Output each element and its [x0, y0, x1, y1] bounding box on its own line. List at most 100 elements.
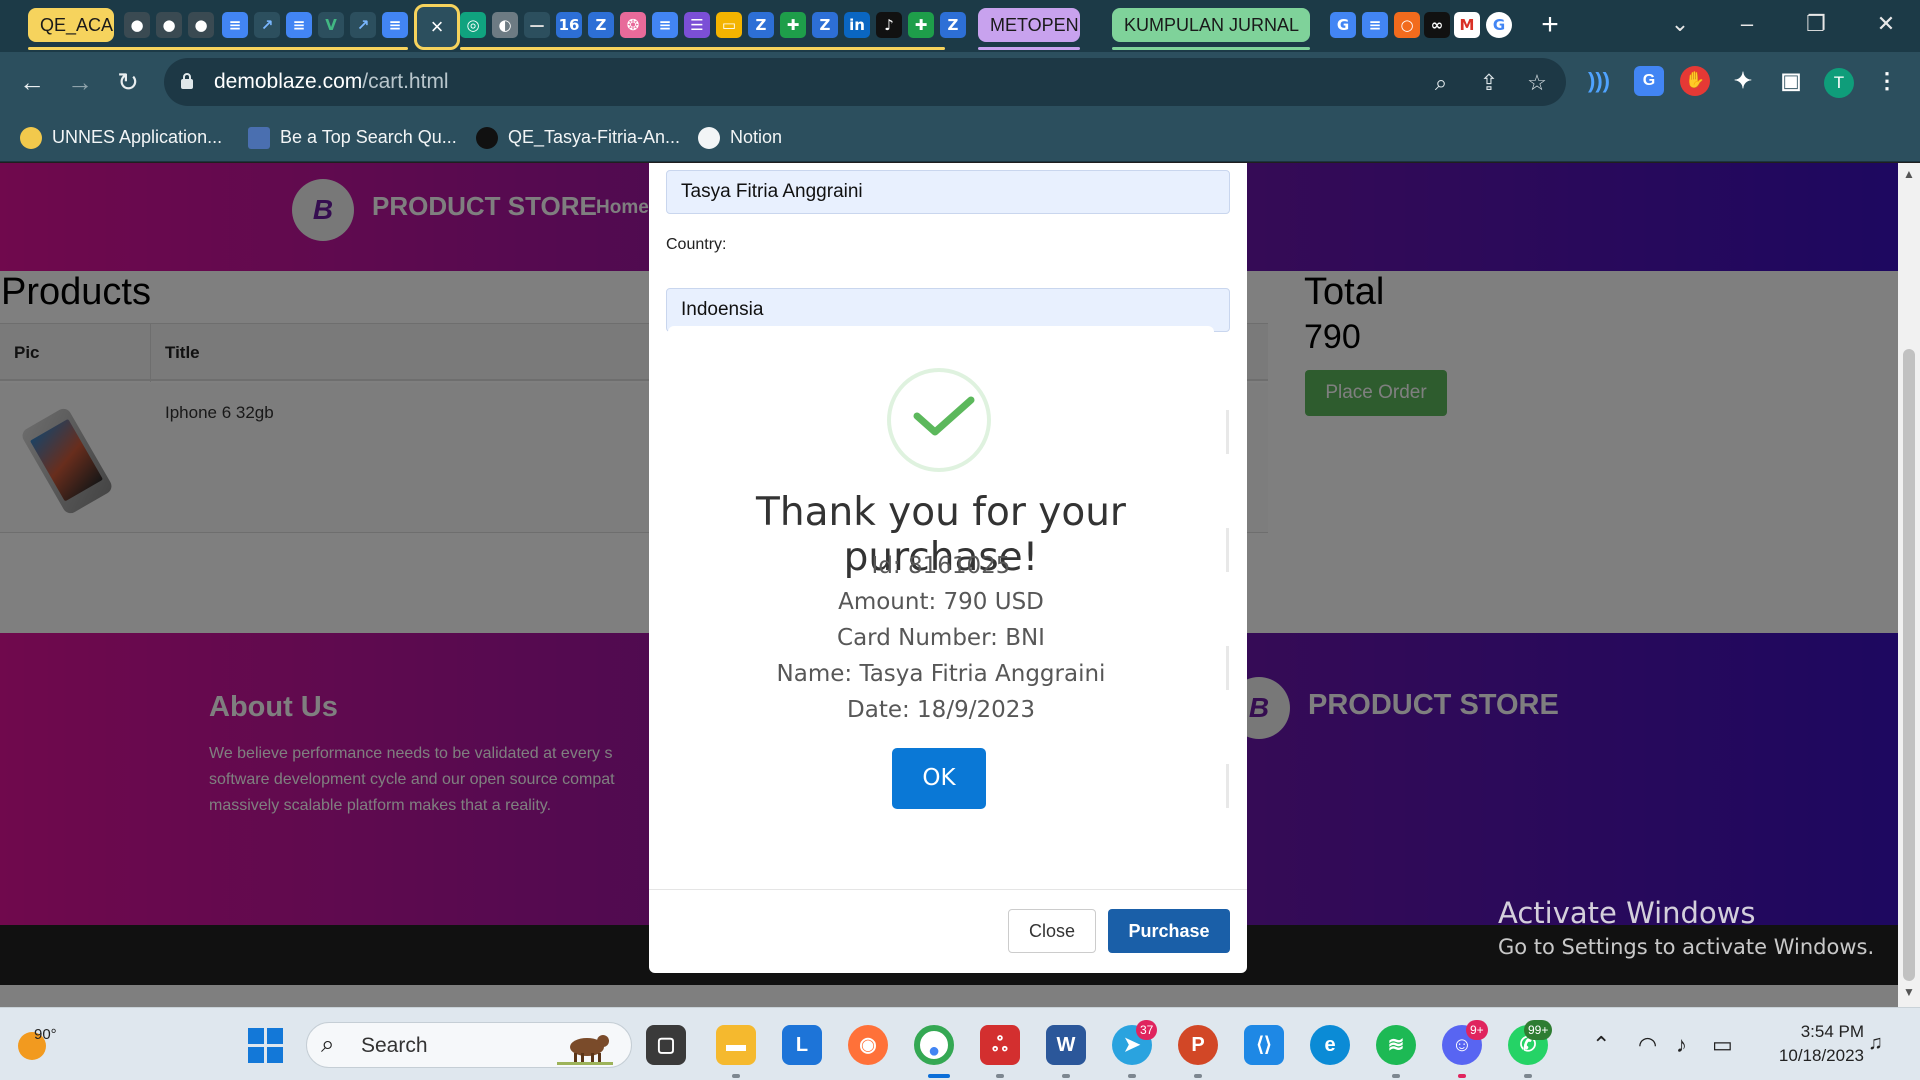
scroll-up-icon[interactable]: ▲: [1898, 167, 1920, 185]
list-tab-icon[interactable]: ☰: [684, 12, 710, 38]
taskbar-clock[interactable]: 3:54 PM 10/18/2023: [1752, 1020, 1864, 1068]
google-translate-icon[interactable]: G: [1634, 66, 1664, 96]
github-tab-icon[interactable]: ●: [188, 12, 214, 38]
linkedin-tab-icon[interactable]: in: [844, 12, 870, 38]
purchase-success-alert: Thank you for your purchase! Id: 8161025…: [668, 326, 1214, 876]
start-button[interactable]: [248, 1028, 284, 1064]
adblock-icon[interactable]: ✋: [1680, 66, 1710, 96]
page-scrollbar[interactable]: ▲ ▼: [1898, 163, 1920, 1007]
checkmark-icon: [913, 396, 975, 436]
address-bar[interactable]: demoblaze.com/cart.html ⌕ ⇪ ☆: [164, 58, 1566, 106]
site-tab-icon[interactable]: ↗: [350, 12, 376, 38]
share-icon[interactable]: ⇪: [1474, 68, 1504, 98]
docs-tab-icon[interactable]: ≡: [382, 12, 408, 38]
city-field-edge: [1226, 410, 1229, 454]
new-tab-button[interactable]: +: [1535, 8, 1565, 42]
running-indicator: [732, 1074, 740, 1078]
plus-tab-icon[interactable]: ✚: [908, 12, 934, 38]
wifi-icon[interactable]: ◠: [1638, 1032, 1657, 1058]
bookmark-unnes[interactable]: UNNES Application...: [20, 112, 222, 162]
ok-button[interactable]: OK: [892, 748, 986, 809]
tray-overflow-icon[interactable]: ⌃: [1592, 1032, 1610, 1058]
mendeley-icon[interactable]: ஃ: [980, 1025, 1020, 1065]
zotero-tab-icon[interactable]: Z: [940, 12, 966, 38]
bookmarks-bar: UNNES Application... Be a Top Search Qu.…: [0, 112, 1920, 162]
forward-icon[interactable]: →: [62, 64, 98, 100]
scroll-thumb[interactable]: [1903, 349, 1915, 981]
brain-tab-icon[interactable]: ❂: [620, 12, 646, 38]
zoom-icon[interactable]: ⌕: [1426, 68, 1456, 98]
whatsapp-badge: 99+: [1524, 1020, 1553, 1040]
tab-group-kumpulan-jurnal[interactable]: KUMPULAN JURNAL: [1112, 8, 1310, 42]
battery-icon[interactable]: ▭: [1712, 1032, 1733, 1058]
card-field-edge: [1226, 528, 1229, 572]
bookmark-github-repo[interactable]: QE_Tasya-Fitria-An...: [476, 112, 680, 162]
infinity-tab-icon[interactable]: ∞: [1424, 12, 1450, 38]
docs-tab-icon[interactable]: ≡: [222, 12, 248, 38]
plus-tab-icon[interactable]: ✚: [780, 12, 806, 38]
word-icon[interactable]: W: [1046, 1025, 1086, 1065]
extensions-icon[interactable]: ✦: [1728, 66, 1758, 96]
name-field[interactable]: Tasya Fitria Anggraini: [666, 170, 1230, 214]
vscode-icon[interactable]: ⟨⟩: [1244, 1025, 1284, 1065]
orange-tab-icon[interactable]: ○: [1394, 12, 1420, 38]
zotero-tab-icon[interactable]: Z: [812, 12, 838, 38]
github-tab-icon[interactable]: ●: [156, 12, 182, 38]
github-tab-icon[interactable]: ●: [124, 12, 150, 38]
zotero-tab-icon[interactable]: Z: [748, 12, 774, 38]
globe-icon: [698, 127, 720, 150]
docs-tab-icon[interactable]: ≡: [652, 12, 678, 38]
tab-search-icon[interactable]: ⌄: [1660, 6, 1700, 42]
slides-tab-icon[interactable]: ▭: [716, 12, 742, 38]
close-window-icon[interactable]: ✕: [1866, 6, 1906, 42]
bookmark-notion[interactable]: Notion: [698, 112, 782, 162]
profile-avatar[interactable]: T: [1824, 68, 1854, 98]
chatgpt-tab-icon[interactable]: ◎: [460, 12, 486, 38]
spotify-icon[interactable]: ≋: [1376, 1025, 1416, 1065]
google-tab-icon[interactable]: G: [1486, 12, 1512, 38]
menu-icon[interactable]: ⋮: [1872, 66, 1902, 96]
bookmark-top-search[interactable]: Be a Top Search Qu...: [248, 112, 457, 162]
weather-widget[interactable]: 90°: [14, 1022, 58, 1066]
minimize-icon[interactable]: –: [1727, 6, 1767, 42]
calendar-tab-icon[interactable]: 16: [556, 12, 582, 38]
volume-icon[interactable]: ♪: [1676, 1032, 1687, 1058]
tiktok-tab-icon[interactable]: ♪: [876, 12, 902, 38]
tab-group-qe-aca[interactable]: QE_ACA: [28, 8, 114, 42]
task-view-icon[interactable]: ▢: [646, 1025, 686, 1065]
tab-group-metopen[interactable]: METOPEN: [978, 8, 1080, 42]
app-l-icon[interactable]: L: [782, 1025, 822, 1065]
file-explorer-icon[interactable]: ▬: [716, 1025, 756, 1065]
zotero-tab-icon[interactable]: Z: [588, 12, 614, 38]
close-button[interactable]: Close: [1008, 909, 1096, 953]
firefox-icon[interactable]: ◉: [848, 1025, 888, 1065]
site-tab-icon[interactable]: ↗: [254, 12, 280, 38]
order-id: Id: 8161025: [871, 553, 1011, 579]
powerpoint-icon[interactable]: P: [1178, 1025, 1218, 1065]
notification-bell-icon[interactable]: ♫: [1868, 1032, 1896, 1060]
translate-tab-icon[interactable]: G: [1330, 12, 1356, 38]
globe-tab-icon[interactable]: ◐: [492, 12, 518, 38]
back-icon[interactable]: ←: [14, 64, 50, 100]
edge-icon[interactable]: e: [1310, 1025, 1350, 1065]
chrome-icon[interactable]: ●: [914, 1025, 954, 1065]
url-text[interactable]: demoblaze.com/cart.html: [214, 58, 449, 106]
taskbar-search[interactable]: ⌕ Search: [306, 1022, 632, 1068]
read-aloud-icon[interactable]: ))): [1584, 66, 1614, 96]
gmail-tab-icon[interactable]: M: [1454, 12, 1480, 38]
docs-tab-icon[interactable]: ≡: [1362, 12, 1388, 38]
bookmark-star-icon[interactable]: ☆: [1522, 68, 1552, 98]
active-tab-close-icon[interactable]: ×: [414, 4, 460, 50]
side-panel-icon[interactable]: ▣: [1776, 66, 1806, 96]
discord-badge: 9+: [1466, 1020, 1488, 1040]
country-label: Country:: [666, 236, 727, 253]
reload-icon[interactable]: ↻: [110, 64, 146, 100]
scroll-down-icon[interactable]: ▼: [1898, 985, 1920, 1003]
vue-tab-icon[interactable]: V: [318, 12, 344, 38]
site-tab-icon[interactable]: —: [524, 12, 550, 38]
restore-icon[interactable]: ❐: [1796, 6, 1836, 42]
bookmark-icon: [248, 127, 270, 150]
browser-tab-strip: QE_ACA ● ● ● ≡ ↗ ≡ V ↗ ≡ × ◎ ◐ — 16 Z ❂ …: [0, 0, 1920, 52]
docs-tab-icon[interactable]: ≡: [286, 12, 312, 38]
purchase-button[interactable]: Purchase: [1108, 909, 1230, 953]
